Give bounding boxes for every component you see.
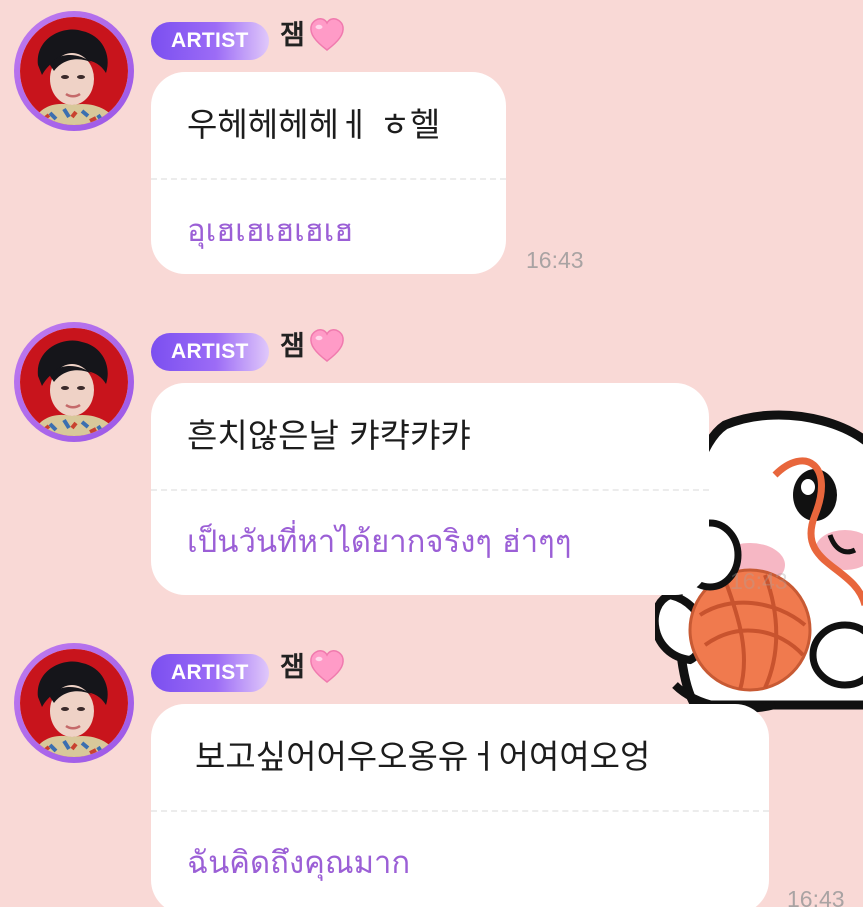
artist-badge: ARTIST xyxy=(151,22,269,60)
original-text: 우헤헤헤헤ㅔ ㅎ헬 xyxy=(187,105,441,144)
artist-badge: ARTIST xyxy=(151,333,269,371)
message-bubble[interactable]: 흔치않은날 캬캭캬캬 เป็นวันที่หาได้ยากจริงๆ ฮ่าๆๆ xyxy=(151,383,709,595)
pink-heart-icon xyxy=(310,18,344,51)
message-bubble[interactable]: 보고싶어어우오옹유ㅓ어여여오엉 ฉันคิดถึงคุณมาก xyxy=(151,704,769,907)
divider xyxy=(151,810,769,812)
sender-name: 잼 xyxy=(280,20,305,51)
original-text: 보고싶어어우오옹유ㅓ어여여오엉 xyxy=(195,737,651,776)
translated-text: ฉันคิดถึงคุณมาก xyxy=(187,845,411,881)
sender-name: 잼 xyxy=(280,331,305,362)
timestamp: 16:43 xyxy=(526,247,584,273)
pink-heart-icon xyxy=(310,329,344,362)
artist-badge: ARTIST xyxy=(151,654,269,692)
chat-screen: ARTIST 잼 우헤헤헤헤ㅔ ㅎ헬 อุเฮเฮเฮเฮเฮ 16:43 AR… xyxy=(0,0,863,907)
sender-name: 잼 xyxy=(280,652,305,683)
translated-text: อุเฮเฮเฮเฮเฮ xyxy=(187,213,354,249)
timestamp: 16:43 xyxy=(730,568,788,594)
timestamp: 16:43 xyxy=(787,886,845,907)
profile-photo xyxy=(20,17,128,125)
profile-photo xyxy=(20,649,128,757)
divider xyxy=(151,178,506,180)
pink-heart-icon xyxy=(310,650,344,683)
divider xyxy=(151,489,709,491)
avatar[interactable] xyxy=(14,322,134,442)
profile-photo xyxy=(20,328,128,436)
original-text: 흔치않은날 캬캭캬캬 xyxy=(187,416,471,455)
avatar[interactable] xyxy=(14,643,134,763)
translated-text: เป็นวันที่หาได้ยากจริงๆ ฮ่าๆๆ xyxy=(187,524,572,560)
message-bubble[interactable]: 우헤헤헤헤ㅔ ㅎ헬 อุเฮเฮเฮเฮเฮ xyxy=(151,72,506,274)
avatar[interactable] xyxy=(14,11,134,131)
